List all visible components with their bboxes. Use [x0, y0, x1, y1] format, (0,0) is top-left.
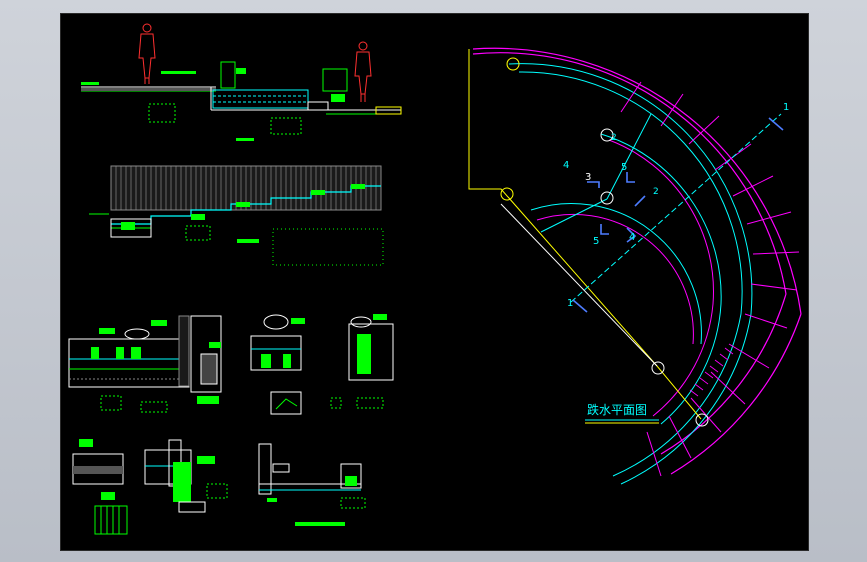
detail-section-b [250, 314, 394, 415]
detail-section-a [68, 315, 222, 413]
section-cascade-wall [89, 165, 384, 266]
section-mark-5-lower: 5 [593, 236, 599, 247]
cascade-plan-view: 1 1 2 2 3 4 4 5 5 跌水平面图 [468, 47, 802, 485]
section-mark-1-upper: 1 [783, 102, 789, 113]
section-mark-3: 3 [585, 172, 591, 183]
detail-section-c [72, 439, 228, 535]
scale-figure-right [354, 41, 372, 102]
detail-section-d [258, 443, 366, 526]
cad-canvas[interactable]: 1 1 2 2 3 4 4 5 5 跌水平面图 [61, 14, 808, 550]
section-mark-5-upper: 5 [621, 162, 627, 173]
section-mark-2-right: 2 [653, 187, 659, 197]
scale-figure-left [138, 23, 156, 84]
section-mark-4-upper: 4 [563, 160, 569, 171]
section-mark-2-upper: 2 [611, 133, 617, 143]
viewport-frame: 1 1 2 2 3 4 4 5 5 跌水平面图 [0, 0, 867, 562]
plan-title: 跌水平面图 [587, 402, 647, 417]
section-mark-1-lower: 1 [567, 298, 573, 309]
section-elevation-top [81, 23, 402, 141]
cad-drawing-sheet[interactable]: 1 1 2 2 3 4 4 5 5 跌水平面图 [60, 13, 809, 551]
section-mark-4-lower: 4 [629, 232, 635, 243]
